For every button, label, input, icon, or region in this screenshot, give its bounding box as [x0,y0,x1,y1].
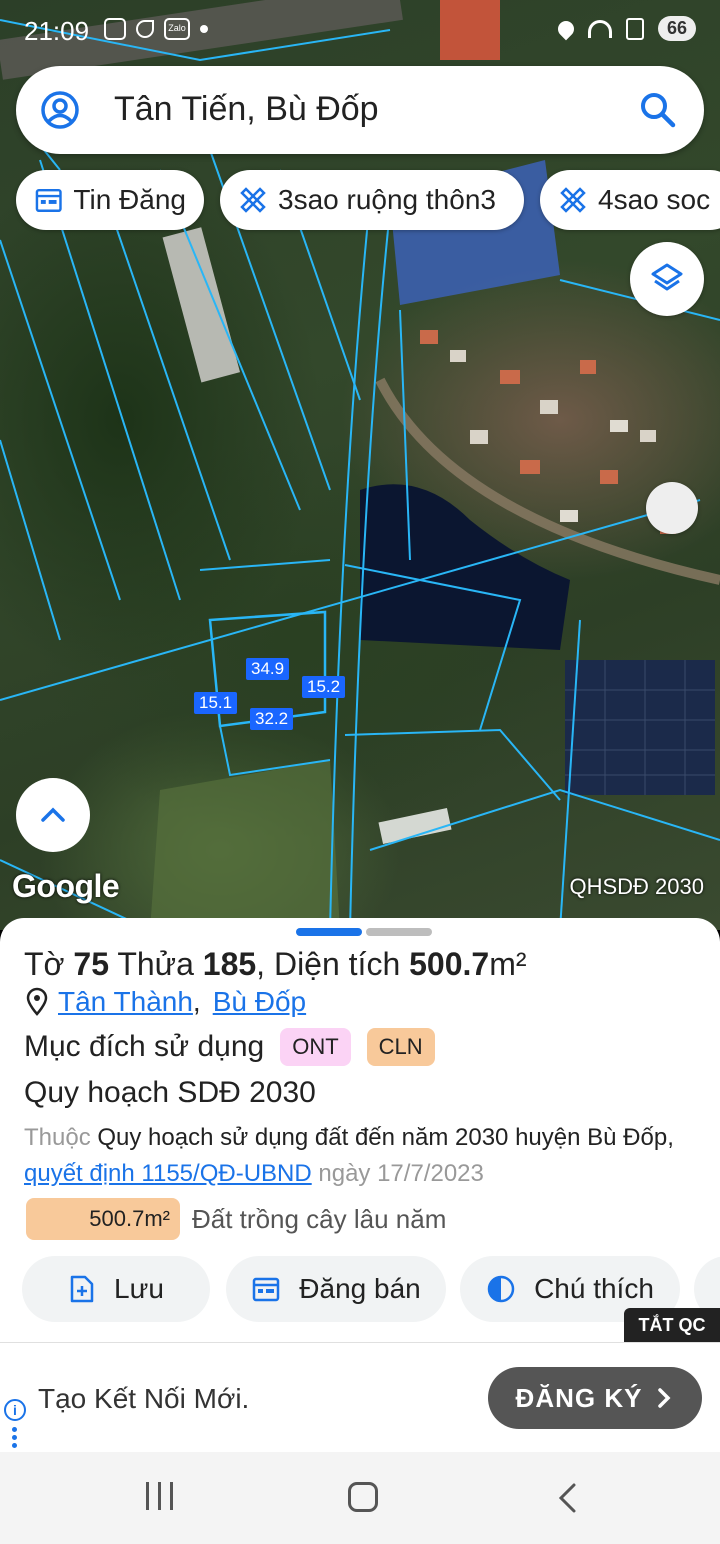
status-bar: 21:09 Zalo 66 [0,0,720,60]
expand-up-button[interactable] [16,778,90,852]
ruler-icon [240,187,266,213]
map-handle-button[interactable] [646,482,698,534]
badge-cln[interactable]: CLN [366,1028,435,1066]
area-unit: m² [489,946,527,982]
plot-label: Thửa [117,946,194,982]
chip-3sao-ruong[interactable]: 3sao ruộng thôn3 [220,170,524,230]
register-label: ĐĂNG KÝ [515,1382,643,1413]
chevron-up-icon [41,807,65,822]
recent-apps-button[interactable] [146,1482,173,1510]
ad-banner[interactable]: i Tạo Kết Nối Mới. ĐĂNG KÝ [0,1342,720,1452]
area-label: , Diện tích [256,946,401,982]
area-pill: 500.7m² [26,1198,180,1240]
legend-label: Chú thích [534,1273,654,1304]
sheet-handle[interactable] [296,928,432,936]
land-purpose: Mục đích sử dụng ONT CLN [24,1028,435,1066]
chip-label: Tin Đăng [73,184,186,215]
wifi-icon [587,19,612,38]
desc-date: ngày 17/7/2023 [318,1160,484,1187]
home-button[interactable] [348,1482,378,1512]
dimension-label-top: 34.9 [246,658,290,680]
ad-text: Tạo Kết Nối Mới. [38,1383,250,1414]
badge-ont[interactable]: ONT [280,1028,351,1066]
map-layer-tag: QHSDĐ 2030 [569,874,704,899]
purpose-label: Mục đích sử dụng [24,1030,265,1063]
back-button[interactable] [556,1482,578,1514]
handle-inactive [366,928,432,936]
land-type-text: Đất trồng cây lâu năm [192,1203,447,1234]
layers-icon [651,263,683,291]
search-icon[interactable] [638,90,678,130]
chip-4sao-soc[interactable]: 4sao soc [540,170,720,230]
desc-prefix: Thuộc [24,1124,91,1151]
chip-label: 3sao ruộng thôn3 [278,184,496,215]
commune-link[interactable]: Tân Thành [58,986,193,1018]
desc-comma: , [667,1124,674,1151]
dimension-label-left: 15.1 [194,692,238,714]
screenshot-icon [104,18,126,40]
system-nav-bar [0,1452,720,1544]
info-icon[interactable]: i [4,1399,26,1421]
parcel-title: Tờ 75 Thửa 185, Diện tích 500.7m² [24,946,527,983]
area-value: 500.7 [409,946,490,982]
chevron-right-icon [658,1388,671,1408]
battery-indicator: 66 [657,16,696,41]
phone-icon [136,20,154,38]
zalo-icon: Zalo [164,18,190,40]
notification-dot-icon [200,25,208,33]
close-ad-button[interactable]: TẮT QC [624,1308,720,1342]
land-type-row: 500.7m² Đất trồng cây lâu năm [26,1198,446,1240]
save-label: Lưu [114,1273,164,1304]
plot-number: 185 [202,946,257,982]
plan-description: Thuộc Quy hoạch sử dụng đất đến năm 2030… [24,1120,704,1192]
calendar-icon [253,1277,280,1302]
status-time: 21:09 [24,16,90,46]
save-plus-icon [70,1275,94,1303]
dimension-label-right: 15.2 [302,676,346,698]
more-vert-icon[interactable] [12,1427,18,1451]
handle-active [296,928,362,936]
decision-link[interactable]: quyết định 1155/QĐ-UBND [24,1160,312,1187]
parcel-location: Tân Thành, Bù Đốp [24,986,306,1018]
post-sale-button[interactable]: Đăng bán [226,1256,446,1322]
search-bar[interactable]: Tân Tiến, Bù Đốp [16,66,704,154]
chip-label: 4sao soc [598,184,711,215]
post-sale-label: Đăng bán [299,1273,421,1304]
search-input[interactable]: Tân Tiến, Bù Đốp [114,90,379,129]
register-button[interactable]: ĐĂNG KÝ [488,1367,702,1429]
location-icon [554,17,578,40]
dimension-label-bottom: 32.2 [250,708,294,730]
location-pin-icon [26,987,48,1016]
layers-button[interactable] [630,242,704,316]
parcel-info-sheet: Tờ 75 Thửa 185, Diện tích 500.7m² Tân Th… [0,918,720,1342]
district-link[interactable]: Bù Đốp [213,986,306,1018]
sim-icon [625,17,644,40]
plan-title: Quy hoạch SDĐ 2030 [24,1076,316,1109]
save-button[interactable]: Lưu [22,1256,210,1322]
ruler-icon [560,187,586,213]
map-view[interactable]: 34.9 15.2 15.1 32.2 21:09 Zalo 66 Tân Ti… [0,0,720,930]
sheet-number: 75 [73,946,110,982]
calendar-icon [35,188,62,213]
location-separator: , [192,986,201,1017]
google-logo: Google [12,868,120,904]
account-icon[interactable] [40,90,80,130]
contrast-icon [487,1275,515,1303]
title-prefix: Tờ [24,946,65,982]
desc-plan: Quy hoạch sử dụng đất đến năm 2030 huyện… [97,1124,668,1151]
chip-tin-dang[interactable]: Tin Đăng [16,170,204,230]
